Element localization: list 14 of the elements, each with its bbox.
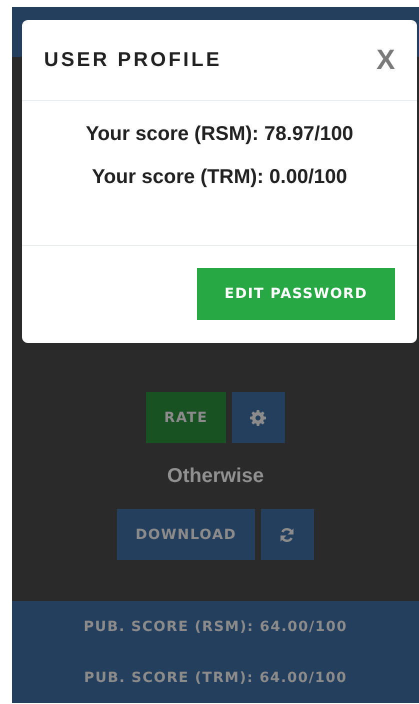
public-score: PUB. SCORE (RSM): 64.00/100 [84, 618, 348, 634]
settings-icon [250, 410, 266, 426]
public-score: PUB. SCORE (TRM): 64.00/100 [84, 670, 348, 686]
rate-button[interactable]: RATE [146, 392, 226, 443]
status-label: Otherwise [167, 465, 264, 488]
refresh-button[interactable] [260, 509, 314, 560]
score-text: Your score (RSM): 78.97/100 [86, 123, 354, 146]
edit-password-button[interactable]: EDIT PASSWORD [197, 268, 395, 320]
settings-button[interactable] [232, 392, 285, 443]
download-button[interactable]: DOWNLOAD [117, 509, 255, 560]
close-button[interactable]: X [376, 44, 395, 76]
refresh-icon [279, 526, 296, 542]
dialog-title: USER PROFILE [44, 48, 222, 72]
score-text: Your score (TRM): 0.00/100 [92, 166, 348, 189]
